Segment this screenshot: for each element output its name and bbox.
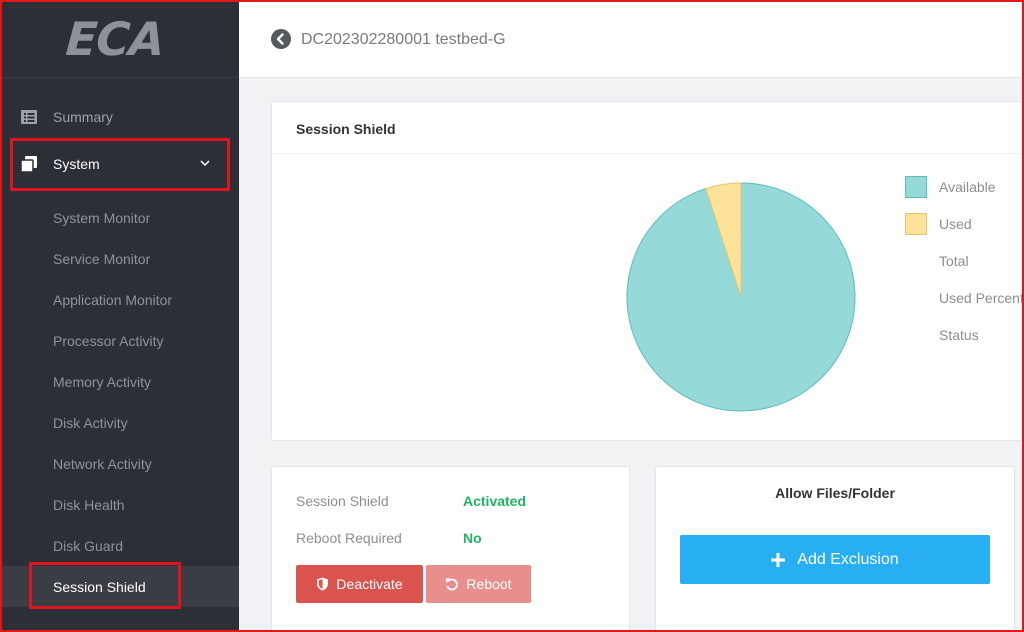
sidebar-item-label: Service Monitor [53, 250, 151, 267]
list-icon [21, 110, 37, 124]
eca-logo[interactable]: ECA [64, 12, 166, 66]
legend-swatch-available [905, 176, 927, 198]
reboot-button-label: Reboot [466, 576, 512, 592]
allow-files-title: Allow Files/Folder [775, 485, 895, 501]
deactivate-button-label: Deactivate [336, 576, 403, 592]
logo-area: ECA [0, 0, 239, 78]
deactivate-button[interactable]: Deactivate [296, 565, 423, 603]
sidebar-item-label: Disk Guard [53, 537, 124, 554]
legend-label-used-percent: Used Percent [939, 290, 1024, 306]
session-shield-status-card [271, 466, 630, 632]
nav-summary[interactable]: Summary [0, 97, 239, 137]
add-exclusion-button[interactable]: Add Exclusion [680, 535, 990, 584]
sidebar-item-application-monitor[interactable]: Application Monitor [0, 279, 239, 320]
sidebar-item-disk-guard[interactable]: Disk Guard [0, 525, 239, 566]
sidebar-item-label: Disk Health [53, 496, 125, 513]
back-button[interactable] [271, 29, 291, 49]
sidebar-item-label: Processor Activity [53, 332, 164, 349]
legend-swatch-used [905, 213, 927, 235]
add-exclusion-button-label: Add Exclusion [797, 550, 899, 568]
sidebar-item-label: Network Activity [53, 455, 152, 472]
card-title: Session Shield [296, 121, 396, 137]
sidebar-item-service-monitor[interactable]: Service Monitor [0, 238, 239, 279]
sidebar-item-disk-health[interactable]: Disk Health [0, 484, 239, 525]
reboot-required-value: No [463, 530, 482, 546]
highlight-box-system [10, 138, 230, 191]
nav-summary-label: Summary [53, 109, 113, 125]
legend-label-status: Status [939, 327, 979, 343]
sidebar-item-processor-activity[interactable]: Processor Activity [0, 320, 239, 361]
sidebar-item-memory-activity[interactable]: Memory Activity [0, 361, 239, 402]
sidebar: ECA Summary System System Monitor Servic… [0, 0, 239, 632]
reboot-required-label: Reboot Required [296, 530, 402, 546]
sidebar-item-system-monitor[interactable]: System Monitor [0, 197, 239, 238]
sidebar-item-label: Memory Activity [53, 373, 152, 390]
plus-icon [771, 552, 786, 567]
page-header: DC202302280001 testbed-G [239, 0, 1024, 78]
shield-icon [317, 577, 329, 591]
sidebar-item-label: System Monitor [53, 209, 151, 226]
page-title: DC202302280001 testbed-G [301, 31, 506, 48]
highlight-box-session-shield [29, 562, 181, 609]
sidebar-item-network-activity[interactable]: Network Activity [0, 443, 239, 484]
legend-label-available: Available [939, 179, 996, 195]
sidebar-item-label: Application Monitor [53, 291, 173, 308]
legend-label-total: Total [939, 253, 969, 269]
legend-label-used: Used [939, 216, 972, 232]
session-shield-status-value: Activated [463, 493, 527, 509]
card-header: Session Shield [272, 102, 1024, 154]
sidebar-item-label: Disk Activity [53, 414, 128, 431]
undo-icon [445, 578, 459, 591]
session-shield-pie-chart [626, 182, 856, 412]
session-shield-label: Session Shield [296, 493, 389, 509]
reboot-button[interactable]: Reboot [426, 565, 531, 603]
sidebar-item-disk-activity[interactable]: Disk Activity [0, 402, 239, 443]
chevron-left-icon [276, 33, 284, 45]
